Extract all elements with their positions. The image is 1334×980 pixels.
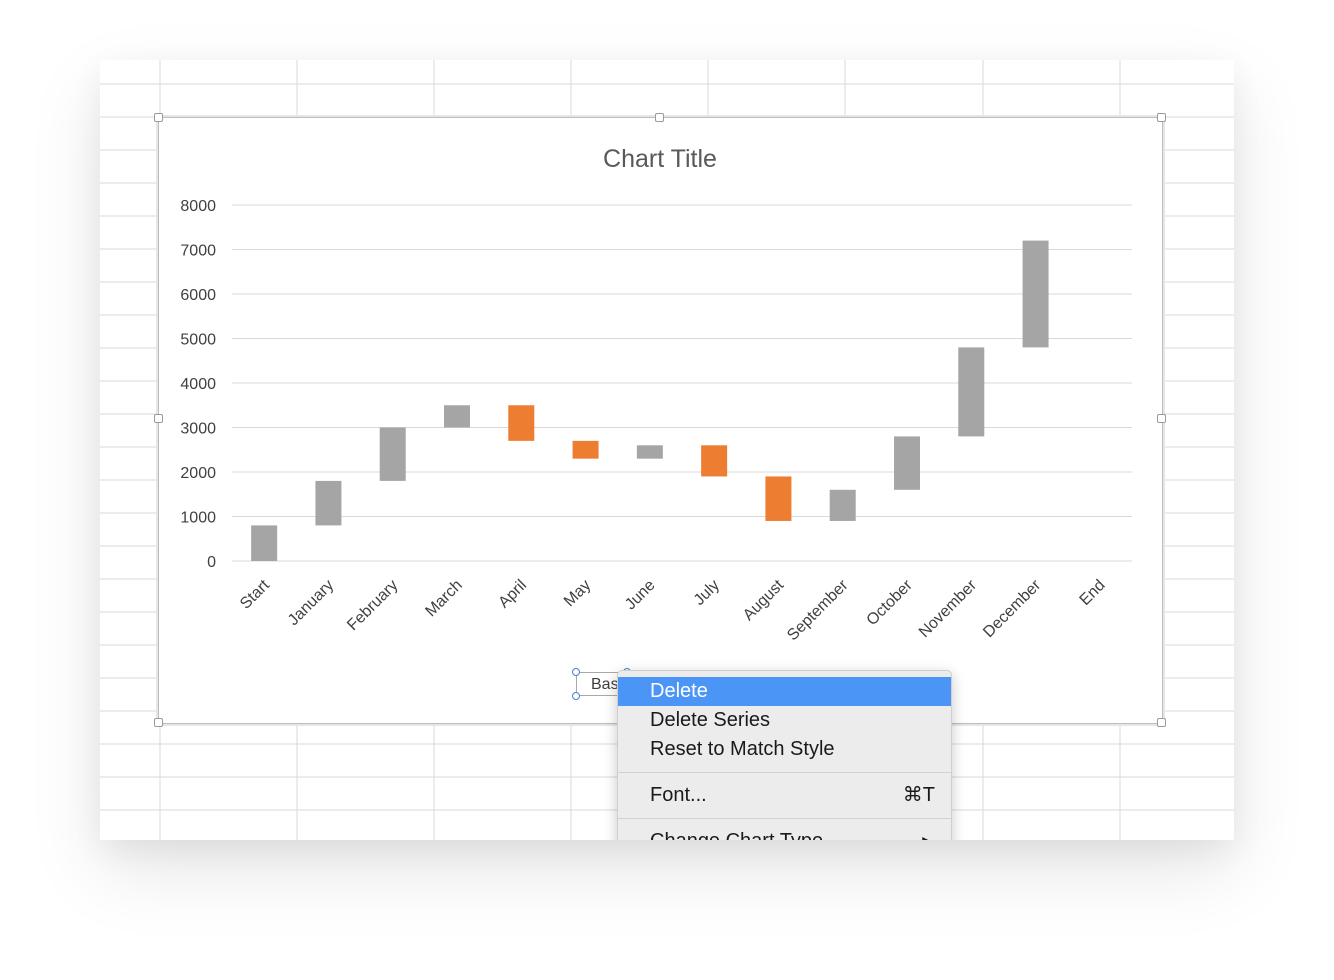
bar-increase[interactable] — [315, 480, 342, 526]
menu-item-label: Reset to Match Style — [650, 738, 835, 760]
menu-item-label: Delete — [650, 680, 708, 702]
menu-item-delete[interactable]: Delete — [618, 677, 951, 706]
bar-increase[interactable] — [894, 436, 920, 490]
chart-resize-handle[interactable] — [154, 718, 163, 727]
x-tick-label: June — [622, 577, 659, 614]
gridlines — [232, 204, 1132, 562]
menu-item-font[interactable]: Font... ⌘T — [618, 781, 951, 810]
bar-increase[interactable] — [251, 525, 278, 561]
menu-item-shortcut: ⌘T — [902, 784, 935, 806]
submenu-arrow-icon: ▶ — [922, 827, 933, 840]
legend-resize-handle[interactable] — [572, 668, 580, 676]
menu-item-change-chart-type[interactable]: Change Chart Type ▶ — [618, 827, 951, 840]
chart-object[interactable]: Chart Title 0 1000 2000 3000 4000 5000 6000 700… — [158, 117, 1163, 724]
context-menu: Delete Delete Series Reset to Match Styl… — [617, 670, 952, 840]
bar-increase[interactable] — [444, 405, 470, 428]
x-tick-label: May — [561, 577, 594, 610]
x-tick-label: January — [285, 577, 337, 629]
spreadsheet-window: Chart Title 0 1000 2000 3000 4000 5000 6000 700… — [100, 60, 1234, 840]
menu-item-delete-series[interactable]: Delete Series — [618, 706, 951, 735]
menu-separator — [618, 818, 951, 819]
x-axis-tick-labels: Start January February March April May June Jul… — [237, 576, 1109, 644]
x-tick-label: March — [422, 577, 465, 620]
chart-resize-handle[interactable] — [1157, 414, 1166, 423]
menu-item-label: Delete Series — [650, 709, 771, 731]
bar-decrease[interactable] — [572, 440, 599, 459]
x-tick-label: Start — [237, 576, 273, 612]
legend-entry-label: Bas — [591, 676, 619, 693]
x-tick-label: April — [495, 577, 530, 612]
x-tick-label: December — [980, 576, 1045, 641]
waterfall-chart: Chart Title 0 1000 2000 3000 4000 5000 6000 700… — [180, 145, 1132, 644]
bar-increase[interactable] — [1022, 240, 1049, 348]
y-tick-label: 4000 — [180, 376, 216, 393]
plot-bars — [251, 240, 1049, 561]
x-tick-label: February — [344, 577, 401, 634]
x-tick-label: August — [740, 576, 788, 624]
chart-resize-handle[interactable] — [655, 113, 664, 122]
menu-item-label: Font... — [650, 784, 707, 806]
menu-item-reset-to-match-style[interactable]: Reset to Match Style — [618, 735, 951, 764]
bar-increase[interactable] — [829, 489, 856, 521]
x-tick-label: November — [916, 576, 981, 641]
chart-resize-handle[interactable] — [1157, 718, 1166, 727]
x-tick-label: July — [691, 577, 723, 609]
bar-decrease[interactable] — [701, 445, 728, 477]
y-tick-label: 7000 — [180, 243, 216, 260]
chart-resize-handle[interactable] — [154, 113, 163, 122]
y-tick-label: 1000 — [180, 510, 216, 527]
menu-separator — [618, 772, 951, 773]
x-tick-label: End — [1077, 577, 1109, 609]
x-tick-label: September — [784, 576, 852, 644]
y-tick-label: 3000 — [180, 421, 216, 438]
y-tick-label: 8000 — [180, 198, 216, 215]
y-tick-label: 6000 — [180, 287, 216, 304]
y-axis-tick-labels: 0 1000 2000 3000 4000 5000 6000 7000 8000 — [180, 198, 216, 571]
chart-resize-handle[interactable] — [1157, 113, 1166, 122]
bar-increase[interactable] — [958, 347, 985, 437]
y-tick-label: 5000 — [180, 332, 216, 349]
bar-decrease[interactable] — [765, 476, 792, 521]
chart-title[interactable]: Chart Title — [603, 145, 717, 173]
legend-resize-handle[interactable] — [572, 692, 580, 700]
menu-item-label: Change Chart Type — [650, 830, 823, 840]
chart-resize-handle[interactable] — [154, 414, 163, 423]
y-tick-label: 0 — [207, 554, 216, 571]
bar-increase[interactable] — [379, 427, 406, 481]
bar-increase[interactable] — [636, 445, 663, 459]
x-tick-label: October — [864, 576, 917, 629]
bar-decrease[interactable] — [508, 405, 535, 441]
y-tick-label: 2000 — [180, 465, 216, 482]
